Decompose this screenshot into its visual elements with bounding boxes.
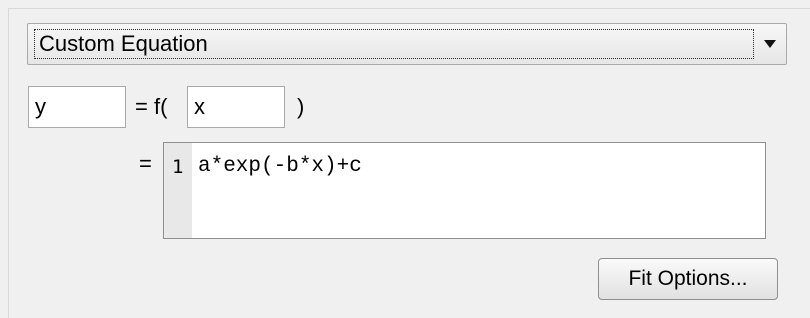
equation-editor[interactable]: 1 a*exp(-b*x)+c [163, 142, 766, 239]
fit-type-dropdown[interactable]: Custom Equation [27, 23, 787, 65]
independent-variable-input[interactable]: x [187, 86, 285, 128]
function-prefix-label: = f( [135, 94, 168, 119]
dependent-variable-input[interactable]: y [28, 86, 126, 128]
function-suffix-label: ) [297, 94, 305, 119]
line-number: 1 [172, 156, 184, 178]
fit-type-selected: Custom Equation [34, 29, 754, 59]
chevron-down-icon[interactable] [764, 40, 776, 48]
fit-options-button[interactable]: Fit Options... [598, 258, 778, 300]
equation-expression[interactable]: a*exp(-b*x)+c [198, 155, 362, 179]
equation-equals-label: = [139, 151, 152, 176]
line-number-gutter: 1 [164, 143, 192, 238]
fit-editor-page: Custom Equation y = f( x ) = 1 a*exp(-b*… [0, 0, 810, 318]
